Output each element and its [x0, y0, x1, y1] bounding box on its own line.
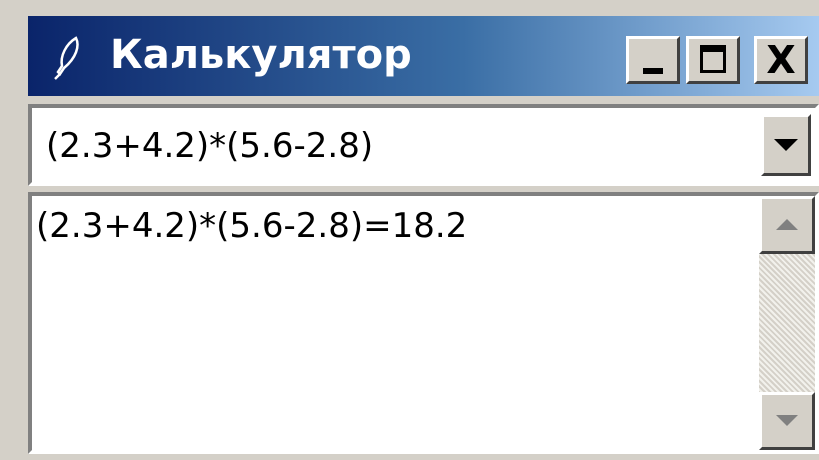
expression-combobox[interactable]: (2.3+4.2)*(5.6-2.8) — [28, 104, 819, 186]
scroll-down-button[interactable] — [759, 392, 815, 450]
expression-input[interactable]: (2.3+4.2)*(5.6-2.8) — [46, 124, 373, 168]
maximize-button[interactable] — [686, 36, 740, 84]
close-icon: X — [766, 38, 796, 82]
output-line: (2.3+4.2)*(5.6-2.8)=18.2 — [36, 206, 468, 246]
close-button[interactable]: X — [754, 36, 808, 84]
scroll-up-button[interactable] — [759, 196, 815, 254]
calculator-window: Калькулятор X (2.3+4.2)*(5.6-2.8) (2.3+4… — [0, 0, 819, 460]
minimize-button[interactable] — [626, 36, 680, 84]
feather-icon — [54, 36, 79, 80]
chevron-down-icon — [774, 139, 798, 151]
minimize-icon — [643, 68, 663, 74]
scroll-down-icon — [776, 415, 798, 426]
dropdown-button[interactable] — [761, 114, 811, 176]
scroll-up-icon — [776, 219, 798, 230]
window-title: Калькулятор — [110, 32, 412, 78]
output-area[interactable]: (2.3+4.2)*(5.6-2.8)=18.2 — [28, 192, 819, 454]
maximize-icon — [700, 45, 726, 73]
vertical-scrollbar[interactable] — [759, 196, 815, 450]
title-bar[interactable]: Калькулятор X — [28, 16, 819, 96]
